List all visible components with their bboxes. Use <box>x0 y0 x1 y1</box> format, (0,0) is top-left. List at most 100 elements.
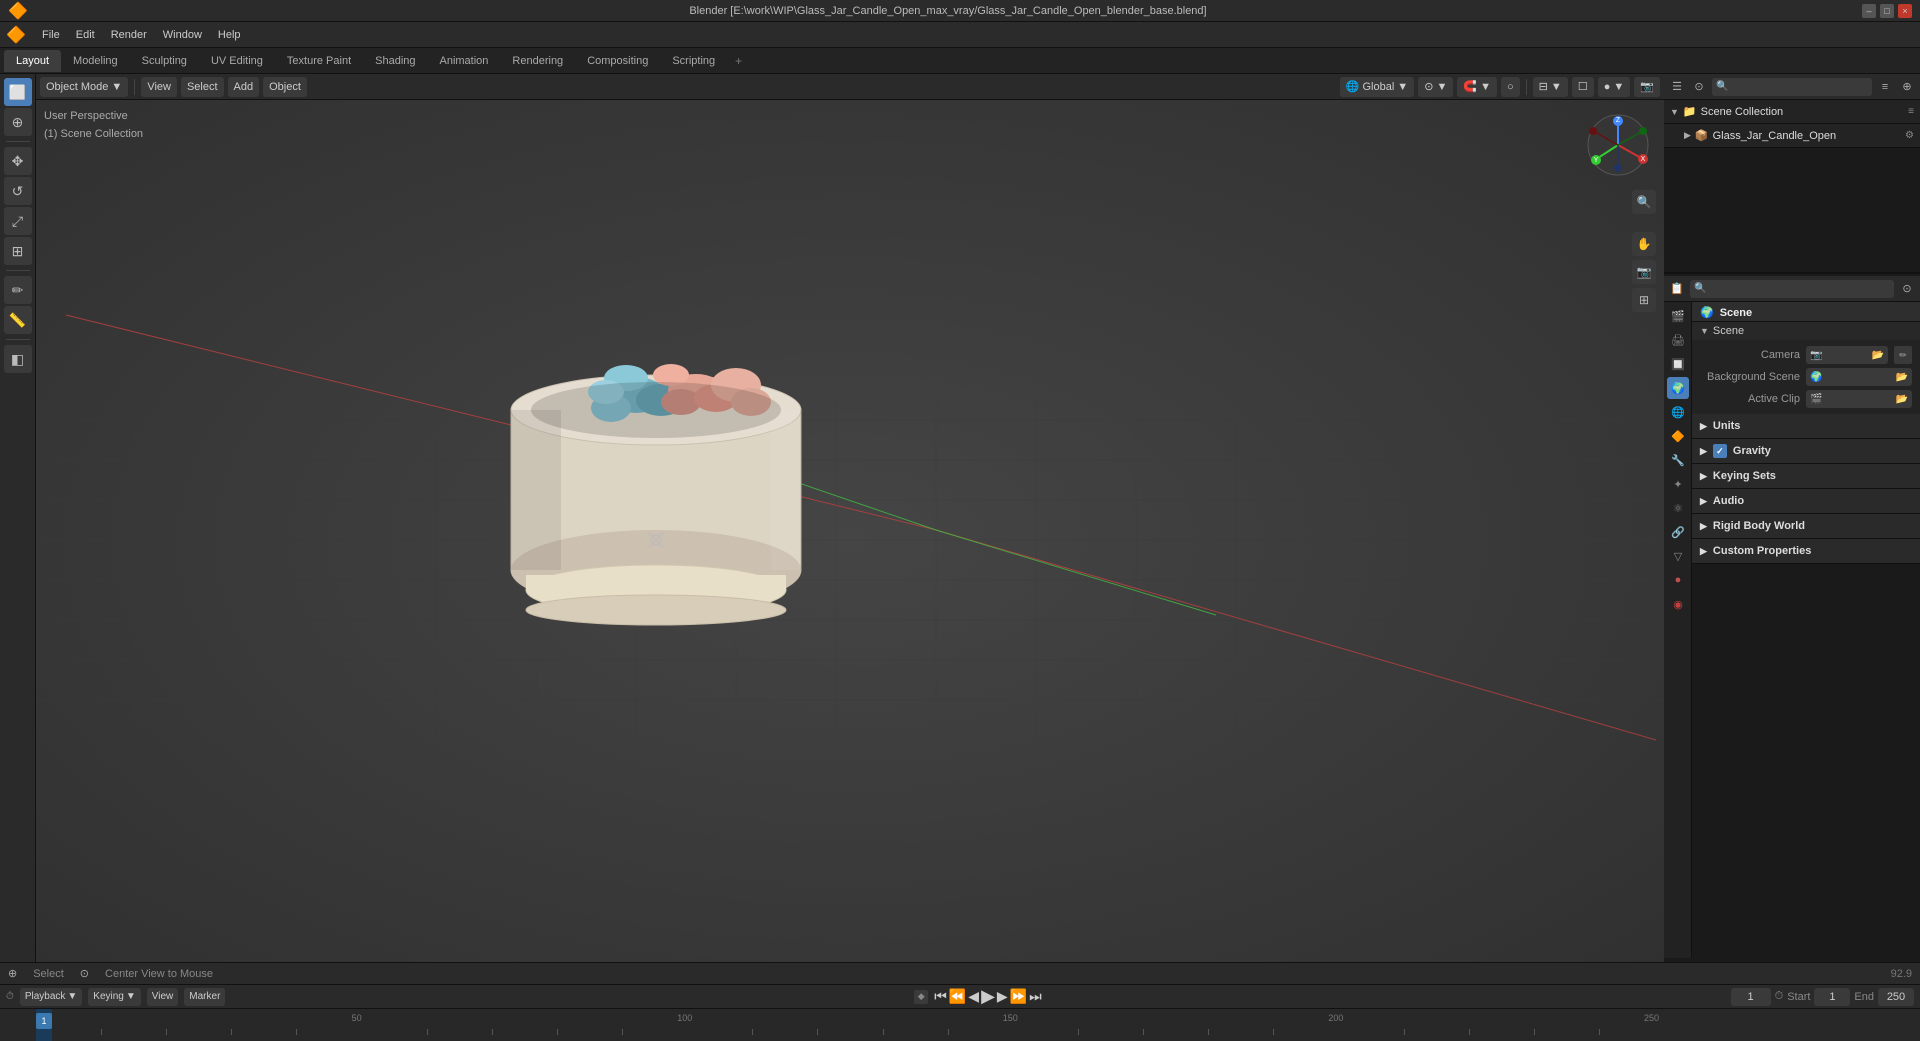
shader-props-icon[interactable]: ◉ <box>1667 593 1689 615</box>
world-props-icon[interactable]: 🌐 <box>1667 401 1689 423</box>
mode-selector[interactable]: Object Mode ▼ <box>40 77 128 97</box>
rigid-body-world-section-header[interactable]: ▶ Rigid Body World <box>1692 514 1920 538</box>
units-section-header[interactable]: ▶ Units <box>1692 414 1920 438</box>
outliner-pin-icon[interactable]: ⊙ <box>1690 78 1708 96</box>
play-button[interactable]: ▶ <box>981 986 995 1007</box>
prev-keyframe-button[interactable]: ⏪ <box>949 988 966 1005</box>
output-props-icon[interactable]: 🖨 <box>1667 329 1689 351</box>
camera-viewport-button[interactable]: 📷 <box>1632 260 1656 284</box>
outliner-item-glass-jar[interactable]: ▶ 📦 Glass_Jar_Candle_Open ⚙ <box>1664 124 1920 148</box>
props-pin-icon[interactable]: ⊙ <box>1898 280 1916 298</box>
view-menu[interactable]: View <box>141 77 177 97</box>
menu-edit[interactable]: Edit <box>68 27 103 43</box>
modifier-props-icon[interactable]: 🔧 <box>1667 449 1689 471</box>
current-frame-input[interactable]: 1 <box>1731 988 1771 1006</box>
viewport-3d[interactable]: User Perspective (1) Scene Collection Z … <box>36 100 1664 982</box>
menu-file[interactable]: File <box>34 27 68 43</box>
jump-start-button[interactable]: ⏮ <box>934 988 947 1005</box>
keying-menu[interactable]: Keying ▼ <box>88 988 140 1006</box>
camera-prop-value[interactable]: 📷 📂 <box>1806 346 1888 364</box>
outliner-search-box[interactable]: 🔍 <box>1712 78 1872 96</box>
timeline-icon[interactable]: ⏱ <box>6 991 14 1002</box>
scene-props-icon[interactable]: 🌍 <box>1667 377 1689 399</box>
tab-rendering[interactable]: Rendering <box>500 50 575 72</box>
ortho-viewport-button[interactable]: ⊞ <box>1632 288 1656 312</box>
next-frame-button[interactable]: ▶ <box>997 988 1008 1005</box>
keying-sets-section-header[interactable]: ▶ Keying Sets <box>1692 464 1920 488</box>
menu-help[interactable]: Help <box>210 27 249 43</box>
select-menu[interactable]: Select <box>181 77 224 97</box>
bg-scene-browse-icon[interactable]: 📂 <box>1896 372 1908 383</box>
data-props-icon[interactable]: ▽ <box>1667 545 1689 567</box>
tab-sculpting[interactable]: Sculpting <box>130 50 199 72</box>
tab-modeling[interactable]: Modeling <box>61 50 130 72</box>
bg-scene-value[interactable]: 🌍 📂 <box>1806 368 1912 386</box>
next-keyframe-button[interactable]: ⏩ <box>1010 988 1027 1005</box>
viewport-shading[interactable]: ● ▼ <box>1598 77 1631 97</box>
outliner-extra-icon[interactable]: ⊕ <box>1898 78 1916 96</box>
viewport-overlays[interactable]: ⊟ ▼ <box>1533 77 1568 97</box>
current-frame-marker[interactable]: 1 <box>36 1013 52 1029</box>
custom-properties-section-header[interactable]: ▶ Custom Properties <box>1692 539 1920 563</box>
prev-frame-button[interactable]: ◀ <box>968 988 979 1005</box>
measure-tool-button[interactable]: 📏 <box>4 306 32 334</box>
add-cube-tool-button[interactable]: ◧ <box>4 345 32 373</box>
jump-end-button[interactable]: ⏭ <box>1029 988 1042 1005</box>
gravity-section-header[interactable]: ▶ ✓ Gravity <box>1692 439 1920 463</box>
tab-texture-paint[interactable]: Texture Paint <box>275 50 363 72</box>
object-props-icon[interactable]: 🔶 <box>1667 425 1689 447</box>
camera-view[interactable]: 📷 <box>1634 77 1660 97</box>
tab-add-button[interactable]: + <box>727 50 750 72</box>
xray-toggle[interactable]: ☐ <box>1572 77 1594 97</box>
outliner-collection-row[interactable]: ▼ 📁 Scene Collection ≡ <box>1664 100 1920 124</box>
search-viewport-button[interactable]: 🔍 <box>1632 190 1656 214</box>
tab-animation[interactable]: Animation <box>428 50 501 72</box>
navigation-gizmo[interactable]: Z X Y <box>1581 108 1656 183</box>
move-tool-button[interactable]: ✥ <box>4 147 32 175</box>
tab-uv-editing[interactable]: UV Editing <box>199 50 275 72</box>
constraints-props-icon[interactable]: 🔗 <box>1667 521 1689 543</box>
pivot-selector[interactable]: ⊙ ▼ <box>1418 77 1453 97</box>
outliner-view-icon[interactable]: ☰ <box>1668 78 1686 96</box>
start-frame-input[interactable]: 1 <box>1814 988 1850 1006</box>
playback-menu[interactable]: Playback ▼ <box>20 988 82 1006</box>
maximize-button[interactable]: □ <box>1880 4 1894 18</box>
global-transform[interactable]: 🌐 Global ▼ <box>1340 77 1414 97</box>
annotate-tool-button[interactable]: ✏ <box>4 276 32 304</box>
camera-new-icon[interactable]: ✏ <box>1894 346 1912 364</box>
timeline-view-menu[interactable]: View <box>147 988 179 1006</box>
view-layer-props-icon[interactable]: 🔲 <box>1667 353 1689 375</box>
marker-menu[interactable]: Marker <box>184 988 225 1006</box>
object-menu[interactable]: Object <box>263 77 307 97</box>
rotate-tool-button[interactable]: ↺ <box>4 177 32 205</box>
scene-sub-section-header[interactable]: ▼ Scene <box>1692 322 1920 340</box>
active-clip-browse-icon[interactable]: 📂 <box>1896 394 1908 405</box>
props-view-icon[interactable]: 📋 <box>1668 280 1686 298</box>
scale-tool-button[interactable]: ⤢ <box>4 207 32 235</box>
material-props-icon[interactable]: ● <box>1667 569 1689 591</box>
props-search-box[interactable]: 🔍 <box>1690 280 1894 298</box>
active-clip-value[interactable]: 🎬 📂 <box>1806 390 1912 408</box>
particles-props-icon[interactable]: ✦ <box>1667 473 1689 495</box>
tab-layout[interactable]: Layout <box>4 50 61 72</box>
menu-window[interactable]: Window <box>155 27 210 43</box>
hand-tool-button[interactable]: ✋ <box>1632 232 1656 256</box>
snap-toggle[interactable]: 🧲 ▼ <box>1457 77 1497 97</box>
outliner-filter-icon[interactable]: ≡ <box>1876 78 1894 96</box>
proportional-edit[interactable]: ○ <box>1501 77 1520 97</box>
menu-render[interactable]: Render <box>103 27 155 43</box>
end-frame-input[interactable]: 250 <box>1878 988 1914 1006</box>
viewport-gizmo-area[interactable]: Z X Y <box>1581 108 1656 183</box>
audio-section-header[interactable]: ▶ Audio <box>1692 489 1920 513</box>
minimize-button[interactable]: – <box>1862 4 1876 18</box>
transform-tool-button[interactable]: ⊞ <box>4 237 32 265</box>
tab-compositing[interactable]: Compositing <box>575 50 660 72</box>
gravity-checkbox[interactable]: ✓ <box>1713 444 1727 458</box>
render-props-icon[interactable]: 🎬 <box>1667 305 1689 327</box>
tab-shading[interactable]: Shading <box>363 50 427 72</box>
add-menu[interactable]: Add <box>228 77 260 97</box>
camera-browse-icon[interactable]: 📂 <box>1872 350 1884 361</box>
close-button[interactable]: × <box>1898 4 1912 18</box>
tab-scripting[interactable]: Scripting <box>660 50 727 72</box>
physics-props-icon[interactable]: ⚛ <box>1667 497 1689 519</box>
